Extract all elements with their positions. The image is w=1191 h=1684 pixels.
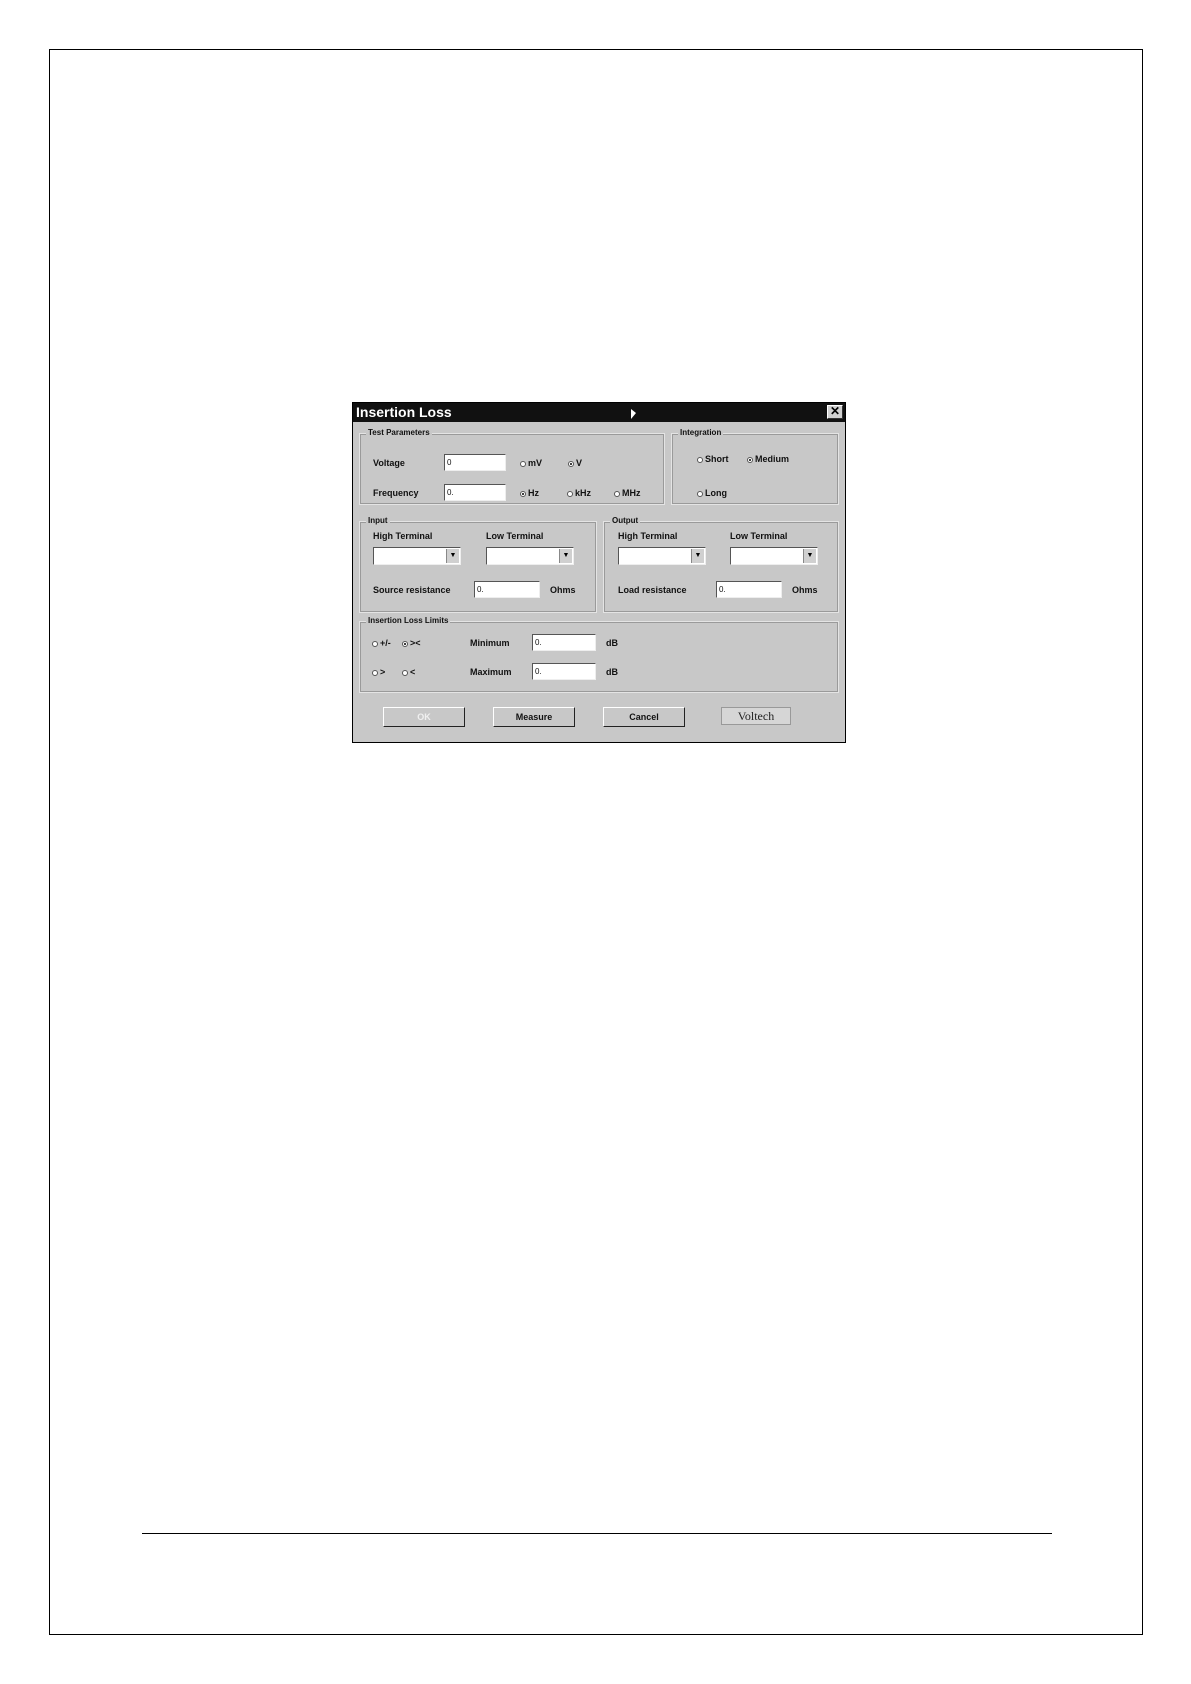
frequency-label: Frequency xyxy=(373,488,419,498)
output-group: Output High Terminal Low Terminal ▼ ▼ Lo… xyxy=(603,516,839,613)
close-icon[interactable]: ✕ xyxy=(827,405,843,419)
integration-group: Integration Short Medium Long xyxy=(671,428,839,505)
frequency-unit-khz-radio[interactable]: kHz xyxy=(567,488,591,498)
limit-mode-within-label: >< xyxy=(410,638,421,648)
input-high-terminal-label: High Terminal xyxy=(373,531,433,541)
radio-icon xyxy=(520,461,526,467)
frequency-unit-khz-label: kHz xyxy=(575,488,592,498)
chevron-down-icon[interactable]: ▼ xyxy=(803,549,816,563)
integration-medium-radio[interactable]: Medium xyxy=(747,454,789,464)
output-low-terminal-select[interactable]: ▼ xyxy=(730,547,818,565)
radio-icon xyxy=(402,670,408,676)
test-parameters-group: Test Parameters Voltage 0 mV V Frequency… xyxy=(359,428,665,505)
source-resistance-input[interactable]: 0. xyxy=(474,581,540,598)
limit-mode-greater-label: > xyxy=(380,667,386,677)
output-high-terminal-label: High Terminal xyxy=(618,531,678,541)
cancel-button[interactable]: Cancel xyxy=(603,707,685,727)
voltage-unit-v-label: V xyxy=(576,458,583,468)
insertion-loss-limits-label: Insertion Loss Limits xyxy=(366,616,451,625)
integration-label: Integration xyxy=(678,428,724,437)
minimum-input[interactable]: 0. xyxy=(532,634,596,651)
integration-short-radio[interactable]: Short xyxy=(697,454,729,464)
integration-short-label: Short xyxy=(705,454,729,464)
frequency-input[interactable]: 0. xyxy=(444,484,506,501)
radio-icon xyxy=(567,491,573,497)
load-resistance-unit: Ohms xyxy=(792,585,818,595)
radio-icon xyxy=(614,491,620,497)
radio-icon xyxy=(697,491,703,497)
minimum-unit: dB xyxy=(606,638,618,648)
limit-mode-plus-minus-label: +/- xyxy=(380,638,391,648)
integration-medium-label: Medium xyxy=(755,454,790,464)
dialog-title: Insertion Loss xyxy=(356,404,452,420)
insertion-loss-limits-group: Insertion Loss Limits +/- >< > < Minimum… xyxy=(359,616,839,693)
minimum-label: Minimum xyxy=(470,638,510,648)
integration-long-label: Long xyxy=(705,488,727,498)
input-low-terminal-select[interactable]: ▼ xyxy=(486,547,574,565)
output-label: Output xyxy=(610,516,641,525)
limit-mode-within-radio[interactable]: >< xyxy=(402,638,421,648)
output-high-terminal-select[interactable]: ▼ xyxy=(618,547,706,565)
output-low-terminal-label: Low Terminal xyxy=(730,531,788,541)
radio-selected-icon xyxy=(402,641,408,647)
limit-mode-greater-radio[interactable]: > xyxy=(372,667,385,677)
title-bar[interactable]: Insertion Loss ✕ xyxy=(353,403,845,422)
voltage-label: Voltage xyxy=(373,458,405,468)
frequency-unit-hz-radio[interactable]: Hz xyxy=(520,488,539,498)
input-low-terminal-label: Low Terminal xyxy=(486,531,544,541)
integration-long-radio[interactable]: Long xyxy=(697,488,727,498)
chevron-down-icon[interactable]: ▼ xyxy=(559,549,572,563)
insertion-loss-dialog: Insertion Loss ✕ Test Parameters Voltage… xyxy=(352,402,846,743)
source-resistance-unit: Ohms xyxy=(550,585,576,595)
mouse-cursor-icon xyxy=(631,409,636,419)
voltage-input[interactable]: 0 xyxy=(444,454,506,471)
page-border xyxy=(49,49,1143,1635)
measure-button[interactable]: Measure xyxy=(493,707,575,727)
load-resistance-input[interactable]: 0. xyxy=(716,581,782,598)
limit-mode-plus-minus-radio[interactable]: +/- xyxy=(372,638,391,648)
frequency-unit-mhz-label: MHz xyxy=(622,488,641,498)
radio-selected-icon xyxy=(568,461,574,467)
load-resistance-label: Load resistance xyxy=(618,585,687,595)
frequency-unit-mhz-radio[interactable]: MHz xyxy=(614,488,641,498)
radio-selected-icon xyxy=(520,491,526,497)
maximum-input[interactable]: 0. xyxy=(532,663,596,680)
ok-button[interactable]: OK xyxy=(383,707,465,727)
radio-selected-icon xyxy=(747,457,753,463)
input-high-terminal-select[interactable]: ▼ xyxy=(373,547,461,565)
frequency-unit-hz-label: Hz xyxy=(528,488,539,498)
voltage-unit-mv-radio[interactable]: mV xyxy=(520,458,542,468)
footer-divider xyxy=(142,1533,1052,1534)
radio-icon xyxy=(372,641,378,647)
test-parameters-label: Test Parameters xyxy=(366,428,432,437)
voltage-unit-mv-label: mV xyxy=(528,458,543,468)
source-resistance-label: Source resistance xyxy=(373,585,451,595)
voltage-unit-v-radio[interactable]: V xyxy=(568,458,582,468)
radio-icon xyxy=(372,670,378,676)
maximum-label: Maximum xyxy=(470,667,512,677)
limit-mode-less-label: < xyxy=(410,667,416,677)
voltech-logo: Voltech xyxy=(721,707,791,725)
limit-mode-less-radio[interactable]: < xyxy=(402,667,415,677)
input-group: Input High Terminal Low Terminal ▼ ▼ Sou… xyxy=(359,516,597,613)
input-label: Input xyxy=(366,516,390,525)
maximum-unit: dB xyxy=(606,667,618,677)
radio-icon xyxy=(697,457,703,463)
chevron-down-icon[interactable]: ▼ xyxy=(691,549,704,563)
chevron-down-icon[interactable]: ▼ xyxy=(446,549,459,563)
